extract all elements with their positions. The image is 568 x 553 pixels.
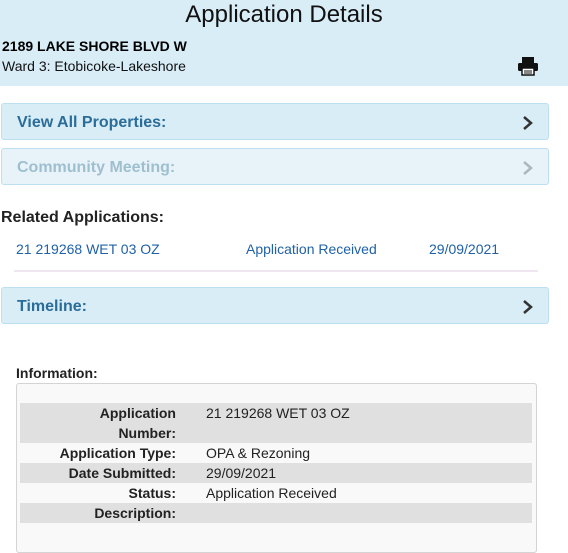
info-label: Application [99, 405, 176, 421]
property-address: 2189 LAKE SHORE BLVD W [2, 38, 187, 54]
chevron-right-icon [523, 116, 533, 130]
page-header: Application Details 2189 LAKE SHORE BLVD… [0, 0, 568, 86]
page-title: Application Details [185, 1, 383, 28]
ward-label: Ward 3: Etobicoke-Lakeshore [2, 58, 186, 74]
related-status-text: Application Received [246, 241, 377, 257]
info-row-date-submitted: Date Submitted: 29/09/2021 [20, 463, 532, 483]
panel-label: Timeline: [17, 298, 87, 315]
chevron-right-icon [523, 300, 533, 314]
related-date-text: 29/09/2021 [429, 241, 500, 257]
info-value: Application Received [206, 485, 337, 501]
panel-view-all-properties[interactable]: View All Properties: [1, 103, 549, 140]
info-label: Date Submitted: [68, 465, 176, 481]
printer-icon[interactable] [517, 56, 539, 76]
information-heading: Information: [16, 365, 98, 381]
info-label: Number: [118, 425, 176, 441]
related-application-link[interactable]: 21 219268 WET 03 OZ [16, 241, 160, 257]
info-row-application-number: Application 21 219268 WET 03 OZ [20, 403, 532, 423]
info-row-application-number-cont: Number: [20, 423, 532, 443]
related-application-date: 29/09/2021 [429, 241, 499, 257]
info-row-status: Status: Application Received [20, 483, 532, 503]
info-value: 21 219268 WET 03 OZ [206, 405, 350, 421]
info-value: OPA & Rezoning [206, 445, 311, 461]
related-applications-heading: Related Applications: [1, 209, 164, 226]
panel-label: View All Properties: [17, 114, 167, 131]
info-value: 29/09/2021 [206, 465, 277, 481]
related-application-status: Application Received [246, 241, 377, 257]
info-label: Description: [94, 505, 176, 521]
info-row-application-type: Application Type: OPA & Rezoning [20, 443, 532, 463]
panel-label: Community Meeting: [17, 159, 176, 176]
info-row-description: Description: [20, 503, 532, 523]
chevron-right-icon [523, 161, 533, 175]
related-application-number[interactable]: 21 219268 WET 03 OZ [16, 241, 160, 257]
panel-community-meeting: Community Meeting: [1, 148, 549, 185]
info-label: Status: [128, 485, 176, 501]
divider [14, 270, 538, 272]
info-label: Application Type: [59, 445, 176, 461]
panel-timeline[interactable]: Timeline: [1, 287, 549, 324]
